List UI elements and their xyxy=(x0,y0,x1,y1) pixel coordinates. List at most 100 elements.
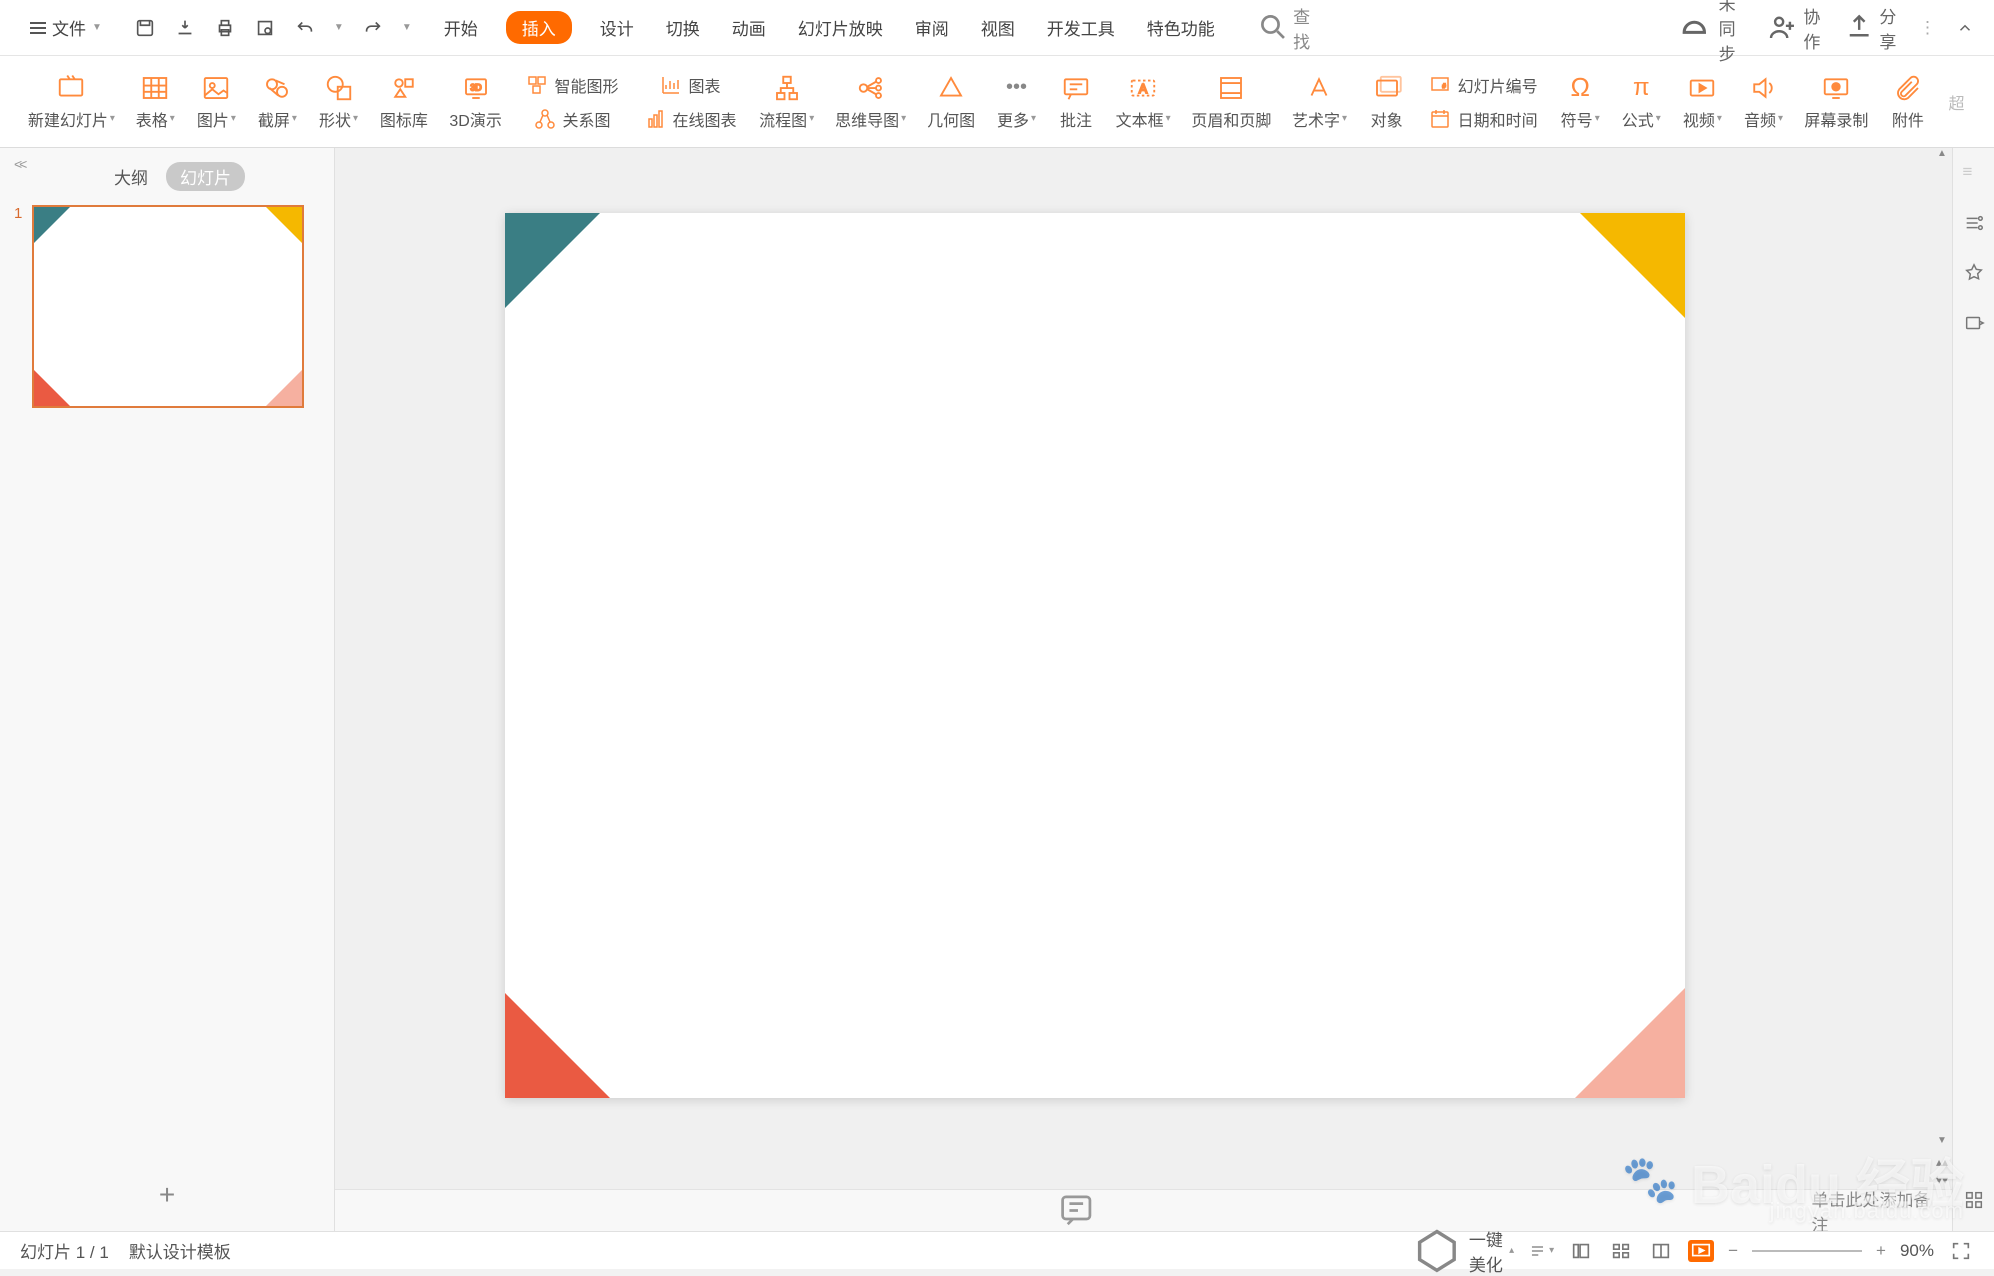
search-box[interactable]: 查找 xyxy=(1253,0,1317,59)
screenshot-label: 截屏 xyxy=(258,107,290,131)
print-preview-icon[interactable] xyxy=(254,17,276,39)
export-icon[interactable] xyxy=(1963,312,1985,334)
qat-dropdown-icon[interactable]: ▼ xyxy=(402,22,412,33)
file-menu[interactable]: 文件 ▼ xyxy=(20,11,112,44)
geometry-button[interactable]: 几何图 xyxy=(918,69,984,135)
drag-handle-icon[interactable]: ≡ xyxy=(1963,162,1985,184)
more-button[interactable]: •••更多▾ xyxy=(988,69,1045,135)
tab-transition[interactable]: 切换 xyxy=(662,9,704,46)
collapse-panel-icon[interactable]: << xyxy=(14,156,24,172)
object-button[interactable]: 对象 xyxy=(1360,69,1414,135)
redo-icon[interactable] xyxy=(362,17,384,39)
symbol-icon: Ω xyxy=(1565,73,1595,103)
video-button[interactable]: 视频▾ xyxy=(1674,69,1731,135)
settings-icon[interactable] xyxy=(1963,212,1985,234)
onlinechart-button[interactable]: 在线图表 xyxy=(633,103,747,135)
table-button[interactable]: 表格▾ xyxy=(127,69,184,135)
canvas-area: ▲ ▼ ▴▴ ▾▾ 单击此处添加备注 xyxy=(335,148,1952,1231)
zoom-out-icon[interactable]: − xyxy=(1728,1241,1738,1261)
next-slide-icon[interactable]: ▾▾ xyxy=(1936,1173,1948,1187)
svg-text:#: # xyxy=(1442,84,1446,90)
new-slide-button[interactable]: 新建幻灯片▾ xyxy=(20,69,123,135)
tab-animation[interactable]: 动画 xyxy=(728,9,770,46)
iconlib-button[interactable]: 图标库 xyxy=(371,69,437,135)
textbox-button[interactable]: A文本框▾ xyxy=(1107,69,1179,135)
datetime-button[interactable]: 日期和时间 xyxy=(1418,103,1548,135)
svg-text:3D: 3D xyxy=(470,82,481,92)
tab-view[interactable]: 视图 xyxy=(977,9,1019,46)
undo-icon[interactable] xyxy=(294,17,316,39)
headerfooter-button[interactable]: 页眉和页脚 xyxy=(1183,69,1279,135)
tab-review[interactable]: 审阅 xyxy=(911,9,953,46)
mindmap-button[interactable]: 思维导图▾ xyxy=(827,69,914,135)
zoom-value[interactable]: 90% xyxy=(1900,1241,1934,1261)
flowchart-icon xyxy=(772,73,802,103)
shape-button[interactable]: 形状▾ xyxy=(310,69,367,135)
annotation-button[interactable]: 批注 xyxy=(1049,69,1103,135)
zoom-slider[interactable] xyxy=(1752,1250,1862,1252)
tab-features[interactable]: 特色功能 xyxy=(1143,9,1219,46)
normal-view-icon[interactable] xyxy=(1568,1240,1594,1262)
more-menu-icon[interactable]: ⋮ xyxy=(1919,18,1936,38)
tab-insert[interactable]: 插入 xyxy=(506,11,572,44)
slide-thumbnail[interactable] xyxy=(32,205,304,408)
collapse-ribbon-icon[interactable] xyxy=(1956,19,1974,37)
save-as-icon[interactable] xyxy=(174,17,196,39)
slideshow-view-icon[interactable] xyxy=(1688,1240,1714,1262)
tab-devtools[interactable]: 开发工具 xyxy=(1043,9,1119,46)
collab-button[interactable]: 协作 xyxy=(1767,3,1823,53)
fit-icon[interactable] xyxy=(1948,1240,1974,1262)
tab-design[interactable]: 设计 xyxy=(596,9,638,46)
wordart-icon xyxy=(1304,73,1334,103)
add-slide-button[interactable]: + xyxy=(159,1179,175,1211)
wordart-button[interactable]: 艺术字▾ xyxy=(1283,69,1355,135)
sorter-view-icon[interactable] xyxy=(1608,1240,1634,1262)
star-icon[interactable] xyxy=(1963,262,1985,284)
chevron-down-icon: ▼ xyxy=(92,22,102,33)
grid-icon[interactable] xyxy=(1963,1189,1985,1211)
chart-button[interactable]: 图表 xyxy=(633,69,747,101)
zoom-in-icon[interactable]: + xyxy=(1876,1241,1886,1261)
screenrecord-button[interactable]: 屏幕录制 xyxy=(1796,69,1877,135)
scroll-down-icon[interactable]: ▼ xyxy=(1932,1135,1952,1153)
slide-canvas[interactable] xyxy=(505,213,1685,1098)
relation-button[interactable]: 关系图 xyxy=(515,103,629,135)
slide-number: 1 xyxy=(14,205,26,222)
vertical-scrollbar[interactable]: ▲ ▼ ▴▴ ▾▾ xyxy=(1932,148,1952,1189)
menu-bar: 文件 ▼ ▼ ▼ 开始 插入 设计 切换 动画 幻灯片放映 审阅 视图 开发工具… xyxy=(0,0,1994,56)
demo3d-button[interactable]: 3D3D演示 xyxy=(441,69,511,135)
svg-text:A: A xyxy=(1139,82,1148,96)
scroll-up-icon[interactable]: ▲ xyxy=(1932,148,1952,166)
undo-dropdown-icon[interactable]: ▼ xyxy=(334,22,344,33)
thumb-tri-tr xyxy=(266,207,302,243)
print-icon[interactable] xyxy=(214,17,236,39)
notes-view-icon[interactable]: ▾ xyxy=(1528,1240,1554,1262)
equation-button[interactable]: π公式▾ xyxy=(1613,69,1670,135)
share-button[interactable]: 分享 xyxy=(1843,3,1899,53)
smartart-button[interactable]: 智能图形 xyxy=(515,69,629,101)
reading-view-icon[interactable] xyxy=(1648,1240,1674,1262)
picture-icon xyxy=(201,73,231,103)
screenshot-button[interactable]: 截屏▾ xyxy=(249,69,306,135)
extra-button[interactable]: 超 xyxy=(1939,86,1974,118)
save-icon[interactable] xyxy=(134,17,156,39)
screenrecord-icon xyxy=(1821,73,1851,103)
symbol-button[interactable]: Ω符号▾ xyxy=(1552,69,1609,135)
slides-tab[interactable]: 幻灯片 xyxy=(166,162,245,191)
new-slide-label: 新建幻灯片 xyxy=(28,107,108,131)
more-icon: ••• xyxy=(1001,73,1031,103)
flowchart-button[interactable]: 流程图▾ xyxy=(751,69,823,135)
thumb-tri-bl xyxy=(34,370,70,406)
prev-slide-icon[interactable]: ▴▴ xyxy=(1936,1155,1948,1169)
tab-slideshow[interactable]: 幻灯片放映 xyxy=(794,9,887,46)
beautify-button[interactable]: 一键美化▴ xyxy=(1411,1225,1514,1276)
sync-status[interactable]: 未同步 xyxy=(1674,0,1747,65)
attachment-button[interactable]: 附件 xyxy=(1881,69,1935,135)
quick-access-toolbar: ▼ ▼ xyxy=(134,17,412,39)
outline-tab[interactable]: 大纲 xyxy=(114,164,148,189)
tab-home[interactable]: 开始 xyxy=(440,9,482,46)
slidenum-button[interactable]: #幻灯片编号 xyxy=(1418,69,1548,101)
audio-button[interactable]: 音频▾ xyxy=(1735,69,1792,135)
picture-button[interactable]: 图片▾ xyxy=(188,69,245,135)
annotation-label: 批注 xyxy=(1060,107,1092,131)
